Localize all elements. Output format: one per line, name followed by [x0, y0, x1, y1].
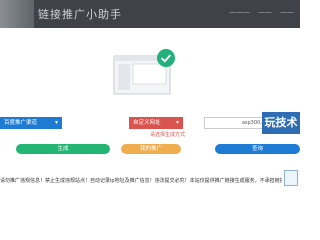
- top-bar: 链接推广小助手 ——— —— ——: [0, 0, 300, 28]
- window-sidebar: [118, 64, 130, 90]
- channel-select[interactable]: 百度推广渠道 ▾: [0, 117, 62, 129]
- footer-notice: 请勿推广违规信息！禁止生成违规站点！自动记录ip地址及推广信息！违法提交必究！本…: [0, 178, 282, 184]
- mode-select[interactable]: 自定义网址 ▾: [129, 117, 183, 129]
- side-badge-icon: [284, 170, 298, 186]
- mode-hint: 请选择生成方式: [150, 132, 186, 138]
- chevron-down-icon: ▾: [175, 119, 179, 126]
- site-watermark: 玩技术: [262, 112, 300, 134]
- top-nav: ——— —— ——: [229, 8, 294, 16]
- my-promo-button[interactable]: 我的推广: [121, 144, 181, 154]
- top-nav-item[interactable]: ———: [229, 8, 250, 16]
- top-nav-item[interactable]: ——: [280, 8, 294, 16]
- app-logo: [0, 0, 34, 28]
- window-content: [132, 63, 167, 85]
- query-button[interactable]: 查询: [215, 144, 300, 154]
- mode-select-value: 自定义网址: [133, 120, 161, 126]
- chevron-down-icon: ▾: [54, 119, 58, 126]
- channel-select-value: 百度推广渠道: [4, 120, 38, 126]
- window-check-illustration: [113, 49, 175, 95]
- top-nav-item[interactable]: ——: [258, 8, 272, 16]
- generate-button[interactable]: 生成: [16, 144, 110, 154]
- check-icon: [157, 49, 175, 67]
- app-title: 链接推广小助手: [38, 8, 122, 21]
